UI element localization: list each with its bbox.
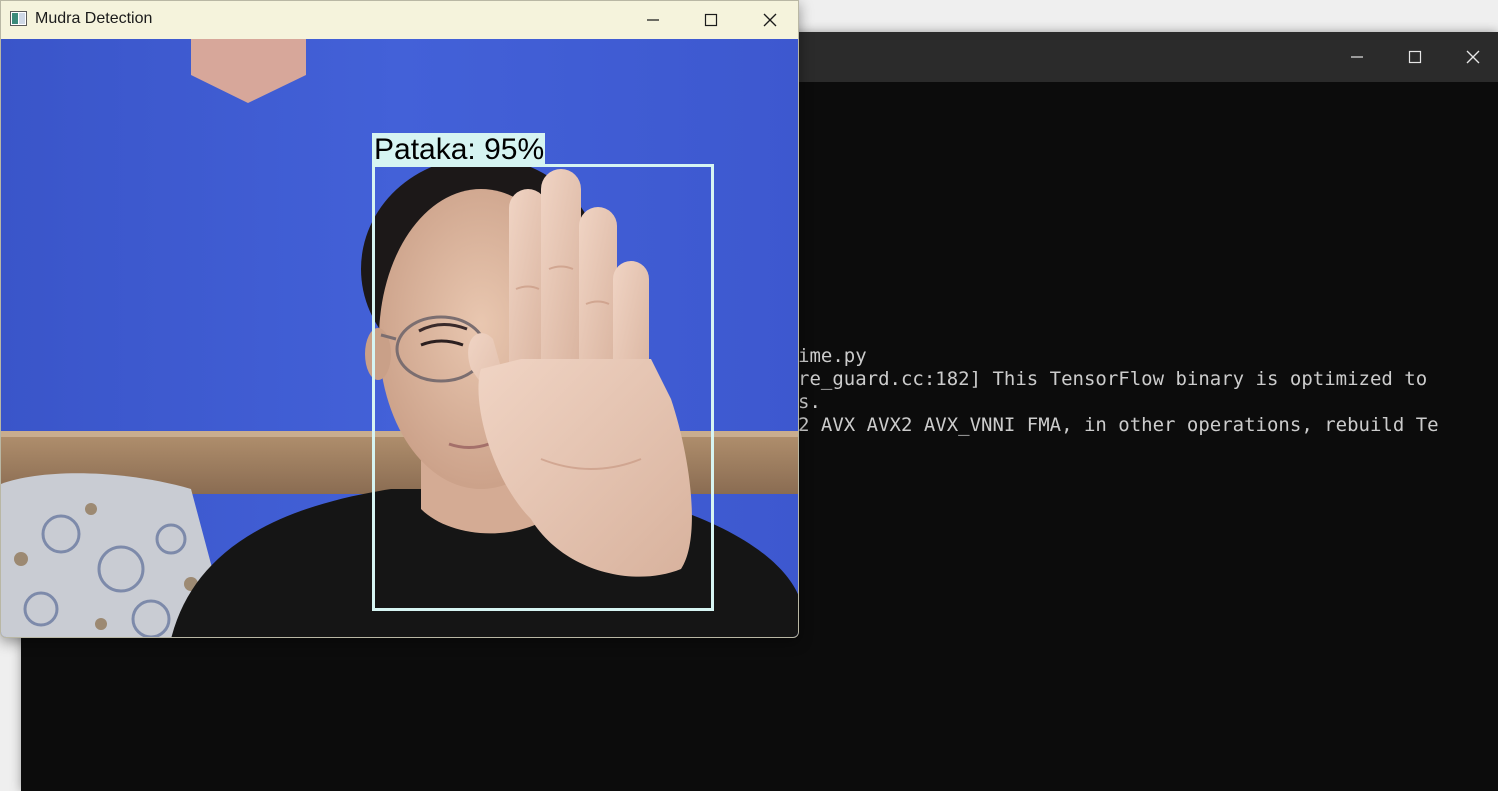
- mudra-maximize-button[interactable]: [682, 1, 740, 39]
- terminal-maximize-button[interactable]: [1386, 32, 1444, 82]
- detection-bounding-box: [372, 164, 714, 611]
- window-title: Mudra Detection: [35, 10, 153, 27]
- mudra-titlebar[interactable]: Mudra Detection: [1, 1, 798, 39]
- mudra-detection-window[interactable]: Mudra Detection Pataka: 95%: [0, 0, 799, 638]
- detection-label: Pataka: 95%: [372, 133, 546, 166]
- terminal-line: re_guard.cc:182] This TensorFlow binary …: [798, 368, 1428, 390]
- maximize-icon: [1408, 50, 1422, 64]
- close-icon: [1466, 50, 1480, 64]
- desktop: ime.py re_guard.cc:182] This TensorFlow …: [0, 0, 1498, 791]
- terminal-line: s.: [798, 391, 821, 413]
- mudra-close-button[interactable]: [741, 1, 798, 39]
- minimize-icon: [1351, 56, 1363, 58]
- webcam-feed: Pataka: 95%: [1, 39, 798, 637]
- window-app-icon: [10, 11, 27, 26]
- minimize-icon: [647, 19, 659, 21]
- terminal-line: 2 AVX AVX2 AVX_VNNI FMA, in other operat…: [798, 414, 1439, 436]
- terminal-line: ime.py: [798, 345, 867, 367]
- maximize-icon: [704, 13, 718, 27]
- mudra-minimize-button[interactable]: [624, 1, 682, 39]
- terminal-minimize-button[interactable]: [1328, 32, 1386, 82]
- close-icon: [763, 13, 777, 27]
- terminal-close-button[interactable]: [1444, 32, 1498, 82]
